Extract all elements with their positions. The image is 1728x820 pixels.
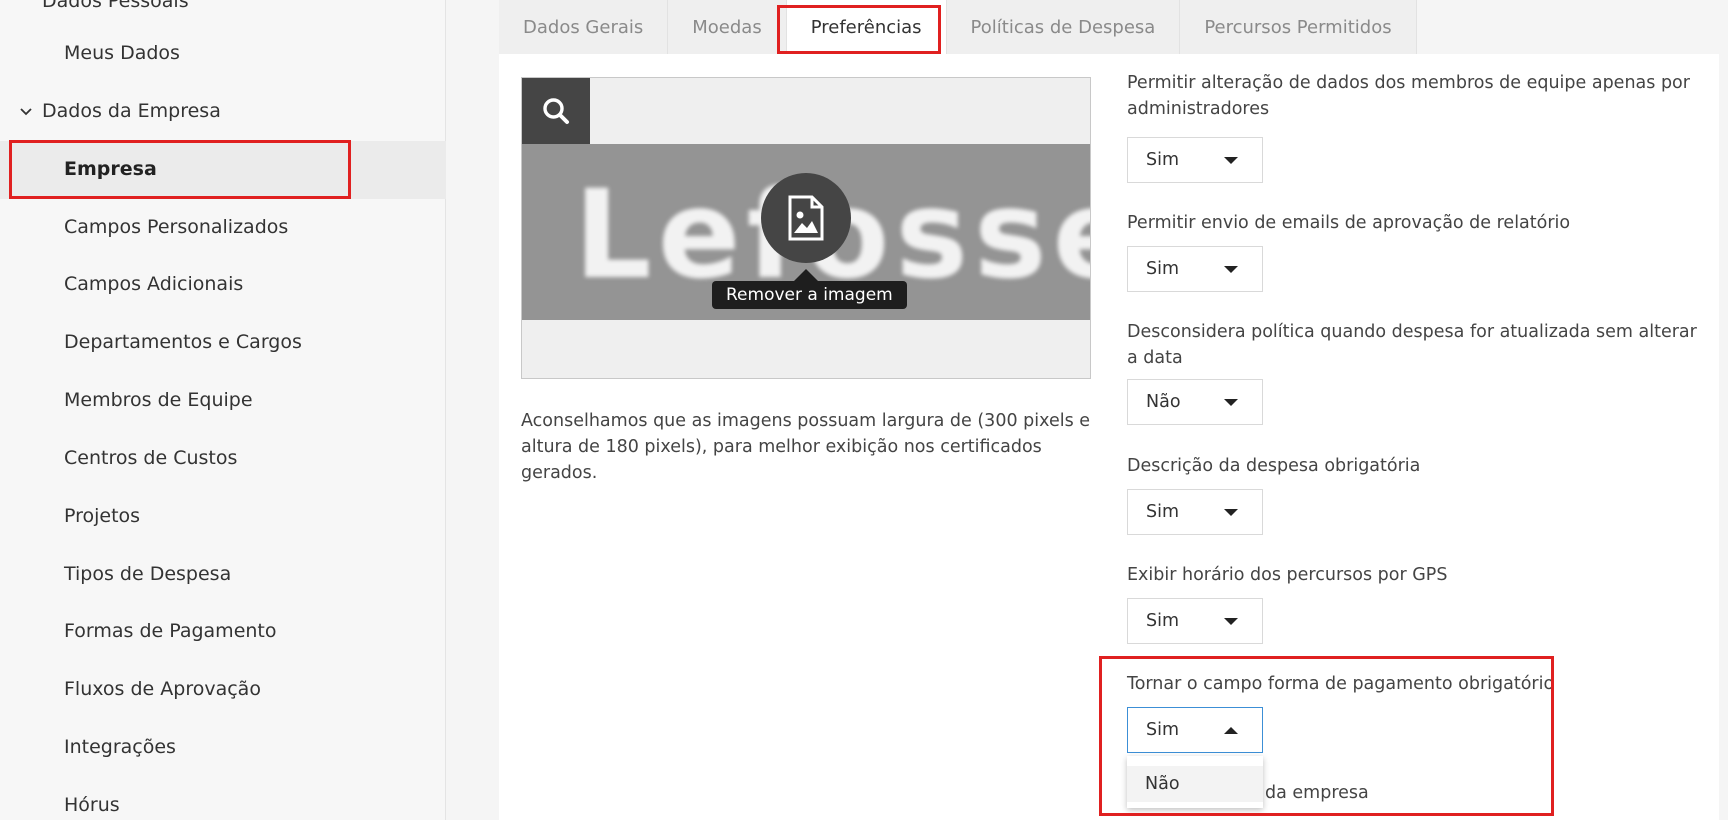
caret-down-icon xyxy=(1224,156,1238,164)
main-content: Dados Gerais Moedas Preferências Polític… xyxy=(499,0,1719,820)
sidebar-item-campos-personalizados[interactable]: Campos Personalizados xyxy=(64,216,288,238)
search-icon xyxy=(543,98,569,124)
dropdown-menu-forma-pagamento: Não xyxy=(1127,756,1263,808)
caret-down-icon xyxy=(1224,508,1238,516)
sidebar-item-departamentos-cargos[interactable]: Departamentos e Cargos xyxy=(64,331,302,353)
image-size-hint: Aconselhamos que as imagens possuam larg… xyxy=(521,411,1091,483)
sidebar-item-meus-dados[interactable]: Meus Dados xyxy=(64,42,180,64)
tab-politicas-despesa[interactable]: Políticas de Despesa xyxy=(946,0,1181,54)
setting-label-forma-pagamento: Tornar o campo forma de pagamento obriga… xyxy=(1127,674,1555,694)
select-value: Sim xyxy=(1146,611,1180,631)
setting-label-horario-gps: Exibir horário dos percursos por GPS xyxy=(1127,565,1448,585)
setting-label-descricao-obrigatoria: Descrição da despesa obrigatória xyxy=(1127,456,1421,476)
caret-down-icon xyxy=(1224,617,1238,625)
select-value: Sim xyxy=(1146,150,1180,170)
remove-image-tooltip: Remover a imagem xyxy=(712,281,907,309)
select-value: Sim xyxy=(1146,259,1180,279)
sidebar: Dados Pessoais Meus Dados Dados da Empre… xyxy=(0,0,446,820)
zoom-button[interactable] xyxy=(522,78,590,144)
select-descricao-obrigatoria[interactable]: Sim xyxy=(1127,489,1263,535)
select-value: Não xyxy=(1146,392,1181,412)
select-value: Sim xyxy=(1146,502,1180,522)
caret-down-icon xyxy=(1224,265,1238,273)
sidebar-item-tipos-despesa[interactable]: Tipos de Despesa xyxy=(64,563,231,585)
tab-moedas[interactable]: Moedas xyxy=(668,0,787,54)
select-forma-pagamento[interactable]: Sim xyxy=(1127,707,1263,753)
sidebar-item-empresa[interactable]: Empresa xyxy=(64,158,157,180)
sidebar-item-fluxos-aprovacao[interactable]: Fluxos de Aprovação xyxy=(64,678,261,700)
setting-label-desconsidera-politica: Desconsidera política quando despesa for… xyxy=(1127,322,1697,368)
sidebar-item-horus[interactable]: Hórus xyxy=(64,794,120,816)
tab-percursos-permitidos[interactable]: Percursos Permitidos xyxy=(1180,0,1417,54)
dropdown-option-nao[interactable]: Não xyxy=(1127,766,1263,802)
select-desconsidera-politica[interactable]: Não xyxy=(1127,379,1263,425)
preferences-panel: Lefosse Remover a imagem Aconselhamos qu xyxy=(499,54,1719,820)
tab-bar: Dados Gerais Moedas Preferências Polític… xyxy=(499,0,1417,54)
caret-down-icon xyxy=(1224,398,1238,406)
sidebar-item-formas-pagamento[interactable]: Formas de Pagamento xyxy=(64,620,277,642)
select-horario-gps[interactable]: Sim xyxy=(1127,598,1263,644)
company-logo-box[interactable]: Lefosse Remover a imagem xyxy=(521,77,1091,379)
sidebar-item-campos-adicionais[interactable]: Campos Adicionais xyxy=(64,273,243,295)
tab-preferencias[interactable]: Preferências xyxy=(786,0,947,54)
sidebar-item-projetos[interactable]: Projetos xyxy=(64,505,140,527)
sidebar-group-dados-empresa[interactable]: Dados da Empresa xyxy=(16,100,221,122)
tooltip-arrow xyxy=(794,269,818,281)
sidebar-item-dados-pessoais[interactable]: Dados Pessoais xyxy=(42,0,189,12)
chevron-down-icon xyxy=(20,108,32,116)
setting-label-envio-emails: Permitir envio de emails de aprovação de… xyxy=(1127,213,1571,233)
select-value: Sim xyxy=(1146,720,1180,740)
caret-up-icon xyxy=(1224,726,1238,734)
setting-label-alteracao-dados: Permitir alteração de dados dos membros … xyxy=(1127,73,1690,119)
sidebar-item-membros-equipe[interactable]: Membros de Equipe xyxy=(64,389,253,411)
sidebar-group-label: Dados da Empresa xyxy=(42,100,221,122)
sidebar-item-centros-custos[interactable]: Centros de Custos xyxy=(64,447,237,469)
change-image-button[interactable] xyxy=(761,173,851,263)
select-alteracao-dados[interactable]: Sim xyxy=(1127,137,1263,183)
sidebar-item-integracoes[interactable]: Integrações xyxy=(64,736,176,758)
image-file-icon xyxy=(788,195,824,241)
tab-dados-gerais[interactable]: Dados Gerais xyxy=(499,0,669,54)
select-envio-emails[interactable]: Sim xyxy=(1127,246,1263,292)
